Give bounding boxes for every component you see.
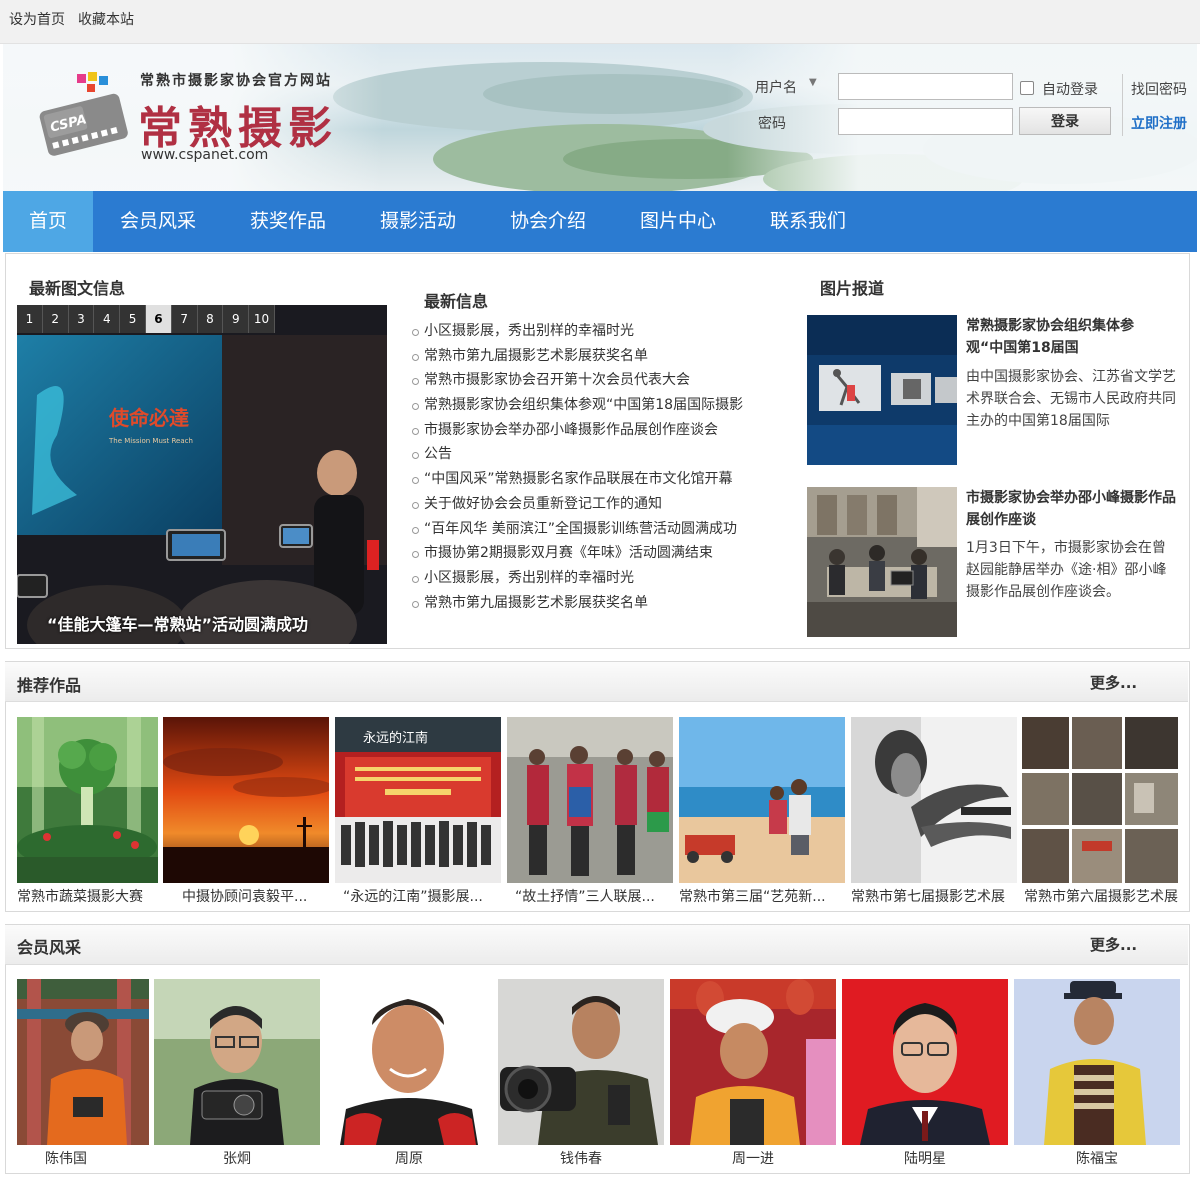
add-favorite-link[interactable]: 收藏本站 xyxy=(78,9,134,29)
news-item[interactable]: 常熟市第九届摄影艺术影展获奖名单 xyxy=(411,344,781,369)
member-photo[interactable] xyxy=(17,979,149,1145)
members-more-link[interactable]: 更多... xyxy=(1090,934,1137,955)
member-name[interactable]: 陈伟国 xyxy=(17,1148,115,1168)
work-caption[interactable]: 常熟市第七届摄影艺术展 xyxy=(851,886,1017,906)
main-nav: 首页 会员风采 获奖作品 摄影活动 协会介绍 图片中心 联系我们 xyxy=(3,191,1197,252)
slide-page-3[interactable]: 3 xyxy=(68,305,95,333)
news-item[interactable]: 市摄协第2期摄影双月赛《年味》活动圆满结束 xyxy=(411,541,781,566)
work-thumbnail[interactable] xyxy=(17,717,158,883)
work-thumbnail[interactable] xyxy=(507,717,673,883)
member-name[interactable]: 钱伟春 xyxy=(498,1148,664,1168)
nav-contact[interactable]: 联系我们 xyxy=(753,191,863,252)
work-thumbnail[interactable] xyxy=(851,717,1017,883)
slide-page-10[interactable]: 10 xyxy=(249,305,275,333)
work-caption[interactable]: 常熟市第六届摄影艺术展 xyxy=(1024,886,1178,906)
nav-awards[interactable]: 获奖作品 xyxy=(233,191,343,252)
member-name[interactable]: 周一进 xyxy=(670,1148,836,1168)
header-banner: CSPA 常熟市摄影家协会官方网站 常熟摄影 www.cspanet.com 用… xyxy=(3,44,1197,191)
work-caption[interactable]: 常熟市蔬菜摄影大赛 xyxy=(17,886,158,906)
site-logo[interactable]: CSPA xyxy=(37,72,129,158)
slideshow[interactable]: 使命必達 The Mission Must Reach 1 2 3 4 5 6 … xyxy=(17,305,387,644)
photo-report-title[interactable]: 常熟摄影家协会组织集体参观“中国第18届国 xyxy=(966,315,1171,359)
register-link[interactable]: 立即注册 xyxy=(1131,113,1187,133)
member-name[interactable]: 周原 xyxy=(326,1148,492,1168)
work-caption[interactable]: “永远的江南”摄影展... xyxy=(343,886,501,906)
member-photo[interactable] xyxy=(842,979,1008,1145)
news-item[interactable]: 小区摄影展，秀出别样的幸福时光 xyxy=(411,319,781,344)
latest-pictures-title: 最新图文信息 xyxy=(29,279,126,298)
site-tagline: 常熟市摄影家协会官方网站 xyxy=(140,73,332,89)
news-item[interactable]: 市摄影家协会举办邵小峰摄影作品展创作座谈会 xyxy=(411,418,781,443)
password-label: 密码 xyxy=(758,116,786,132)
slide-page-4[interactable]: 4 xyxy=(94,305,121,333)
member-name[interactable]: 张炯 xyxy=(154,1148,320,1168)
nav-about[interactable]: 协会介绍 xyxy=(493,191,603,252)
latest-news-title: 最新信息 xyxy=(424,292,489,311)
slide-page-9[interactable]: 9 xyxy=(223,305,250,333)
recommended-more-link[interactable]: 更多... xyxy=(1090,672,1137,693)
work-caption[interactable]: “故土抒情”三人联展... xyxy=(515,886,673,906)
work-thumbnail[interactable] xyxy=(679,717,845,883)
slide-page-6[interactable]: 6 xyxy=(145,305,172,333)
news-item[interactable]: 关于做好协会会员重新登记工作的通知 xyxy=(411,492,781,517)
work-caption[interactable]: 常熟市第三届“艺苑新... xyxy=(679,886,845,906)
svg-text:永远的江南: 永远的江南 xyxy=(363,730,428,746)
work-thumbnail[interactable] xyxy=(1022,717,1178,883)
member-photo[interactable] xyxy=(1014,979,1180,1145)
slide-page-7[interactable]: 7 xyxy=(171,305,198,333)
forgot-password-link[interactable]: 找回密码 xyxy=(1131,79,1187,99)
work-thumbnail[interactable]: 永远的江南 xyxy=(335,717,501,883)
nav-activities[interactable]: 摄影活动 xyxy=(363,191,473,252)
slideshow-pagination: 1 2 3 4 5 6 7 8 9 10 xyxy=(17,305,275,333)
member-photo[interactable] xyxy=(498,979,664,1145)
camera-logo-icon: CSPA xyxy=(39,72,128,156)
news-item[interactable]: “中国风采”常熟摄影名家作品联展在市文化馆开幕 xyxy=(411,467,781,492)
svg-text:使命必達: 使命必達 xyxy=(108,406,189,430)
photo-report-image[interactable] xyxy=(807,315,957,465)
news-item[interactable]: “百年风华 美丽滨江”全国摄影训练营活动圆满成功 xyxy=(411,517,781,542)
photo-report-image[interactable] xyxy=(807,487,957,637)
slide-page-2[interactable]: 2 xyxy=(42,305,69,333)
slideshow-caption[interactable]: “佳能大篷车—常熟站”活动圆满成功 xyxy=(47,611,308,635)
news-item[interactable]: 常熟市摄影家协会召开第十次会员代表大会 xyxy=(411,368,781,393)
member-name[interactable]: 陆明星 xyxy=(842,1148,1008,1168)
chevron-down-icon[interactable]: ▼ xyxy=(809,77,817,88)
username-label: 用户名 xyxy=(755,80,797,96)
nav-members[interactable]: 会员风采 xyxy=(103,191,213,252)
news-item[interactable]: 公告 xyxy=(411,442,781,467)
members-title: 会员风采 xyxy=(17,938,82,957)
password-input[interactable] xyxy=(838,108,1013,135)
slide-page-8[interactable]: 8 xyxy=(197,305,224,333)
photo-report-title[interactable]: 市摄影家协会举办邵小峰摄影作品展创作座谈 xyxy=(966,487,1178,531)
latest-news-list: 小区摄影展，秀出别样的幸福时光 常熟市第九届摄影艺术影展获奖名单 常熟市摄影家协… xyxy=(411,319,781,615)
login-button[interactable]: 登录 xyxy=(1019,107,1111,135)
svg-text:The Mission Must Reach: The Mission Must Reach xyxy=(108,437,193,445)
photo-report-desc: 1月3日下午，市摄影家协会在曾赵园能静居举办《途·相》邵小峰摄影作品展创作座谈会… xyxy=(966,540,1167,600)
recommended-title: 推荐作品 xyxy=(17,676,82,695)
work-thumbnail[interactable] xyxy=(163,717,329,883)
photo-reports-title: 图片报道 xyxy=(820,279,885,298)
recommended-header xyxy=(5,662,1188,702)
news-item[interactable]: 小区摄影展，秀出别样的幸福时光 xyxy=(411,566,781,591)
members-header xyxy=(5,925,1188,965)
photo-report-desc: 由中国摄影家协会、江苏省文学艺术界联合会、无锡市人民政府共同主办的中国第18届国… xyxy=(966,369,1176,429)
member-photo[interactable] xyxy=(326,979,492,1145)
nav-gallery[interactable]: 图片中心 xyxy=(623,191,733,252)
news-item[interactable]: 常熟摄影家协会组织集体参观“中国第18届国际摄影 xyxy=(411,393,781,418)
auto-login-label[interactable]: 自动登录 xyxy=(1042,79,1098,99)
slideshow-image: 使命必達 The Mission Must Reach xyxy=(17,305,387,644)
member-photo[interactable] xyxy=(670,979,836,1145)
member-photo[interactable] xyxy=(154,979,320,1145)
work-caption[interactable]: 中摄协顾问袁毅平... xyxy=(182,886,327,906)
slide-page-1[interactable]: 1 xyxy=(17,305,43,333)
auto-login-checkbox[interactable] xyxy=(1020,81,1034,95)
nav-home[interactable]: 首页 xyxy=(3,191,93,252)
member-name[interactable]: 陈福宝 xyxy=(1014,1148,1180,1168)
site-url: www.cspanet.com xyxy=(141,147,269,163)
set-homepage-link[interactable]: 设为首页 xyxy=(9,9,65,29)
slide-page-5[interactable]: 5 xyxy=(120,305,146,333)
username-input[interactable] xyxy=(838,73,1013,100)
top-bar: 设为首页 收藏本站 xyxy=(0,0,1200,44)
news-item[interactable]: 常熟市第九届摄影艺术影展获奖名单 xyxy=(411,591,781,616)
